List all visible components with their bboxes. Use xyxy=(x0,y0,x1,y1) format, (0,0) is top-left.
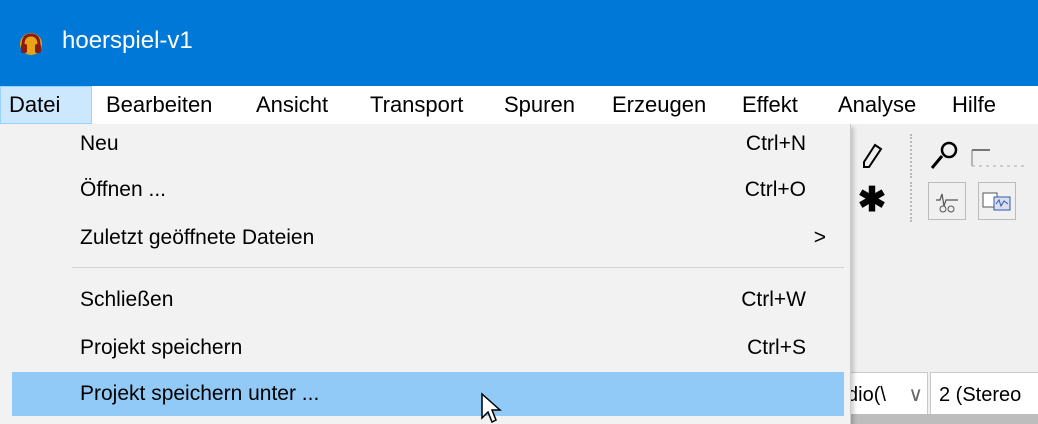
meter-scale-icon xyxy=(971,149,1028,167)
mouse-cursor-icon xyxy=(481,392,502,424)
menu-item-projekt-speichern[interactable]: Projekt speichern Ctrl+S xyxy=(12,328,844,368)
chevron-right-icon: > xyxy=(813,226,826,249)
menu-item-projekt-speichern-unter[interactable]: Projekt speichern unter ... xyxy=(12,372,844,416)
menu-bearbeiten[interactable]: Bearbeiten xyxy=(98,86,220,124)
track-area-edge xyxy=(848,414,1038,424)
menu-item-neu[interactable]: Neu Ctrl+N xyxy=(12,124,844,164)
toolbar-grip[interactable] xyxy=(910,182,920,222)
channels-combo[interactable]: 2 (Stereo xyxy=(930,372,1038,416)
menu-transport[interactable]: Transport xyxy=(362,86,471,124)
window-title: hoerspiel-v1 xyxy=(62,27,193,54)
multi-tool-asterisk-icon[interactable]: ✱ xyxy=(854,182,890,218)
chevron-down-icon: ∨ xyxy=(908,384,923,406)
file-menu-dropdown: Neu Ctrl+N Öffnen ... Ctrl+O Zuletzt geö… xyxy=(0,124,851,424)
menu-ansicht[interactable]: Ansicht xyxy=(248,86,336,124)
menu-datei[interactable]: Datei xyxy=(0,86,92,124)
shortcut-label: Ctrl+N xyxy=(745,132,806,155)
menu-separator xyxy=(72,267,844,268)
menu-analyse[interactable]: Analyse xyxy=(830,86,924,124)
menu-effekt[interactable]: Effekt xyxy=(734,86,806,124)
shortcut-label: Ctrl+S xyxy=(747,336,806,359)
menu-item-zuletzt-geoeffnet[interactable]: Zuletzt geöffnete Dateien > xyxy=(12,218,844,258)
title-bar: hoerspiel-v1 xyxy=(0,0,1038,86)
audio-host-combo[interactable]: dio(\ ∨ xyxy=(842,372,928,416)
draw-tool-pencil-icon[interactable] xyxy=(854,138,890,174)
audacity-headphones-icon xyxy=(20,33,42,55)
menu-erzeugen[interactable]: Erzeugen xyxy=(604,86,714,124)
menu-item-schliessen[interactable]: Schließen Ctrl+W xyxy=(12,280,844,320)
trim-audio-icon[interactable] xyxy=(978,182,1016,220)
shortcut-label: Ctrl+W xyxy=(741,288,806,311)
menu-spuren[interactable]: Spuren xyxy=(496,86,583,124)
shortcut-label: Ctrl+O xyxy=(744,178,806,201)
silence-cut-icon[interactable] xyxy=(928,182,966,220)
menu-hilfe[interactable]: Hilfe xyxy=(944,86,1004,124)
menu-item-oeffnen[interactable]: Öffnen ... Ctrl+O xyxy=(12,170,844,210)
toolbar-grip[interactable] xyxy=(910,134,920,178)
record-meter-microphone-icon[interactable] xyxy=(926,138,962,174)
toolbar-area: ✱ dio(\ ∨ 2 (Stereo xyxy=(842,124,1038,424)
menu-bar: Datei Bearbeiten Ansicht Transport Spure… xyxy=(0,86,1038,125)
